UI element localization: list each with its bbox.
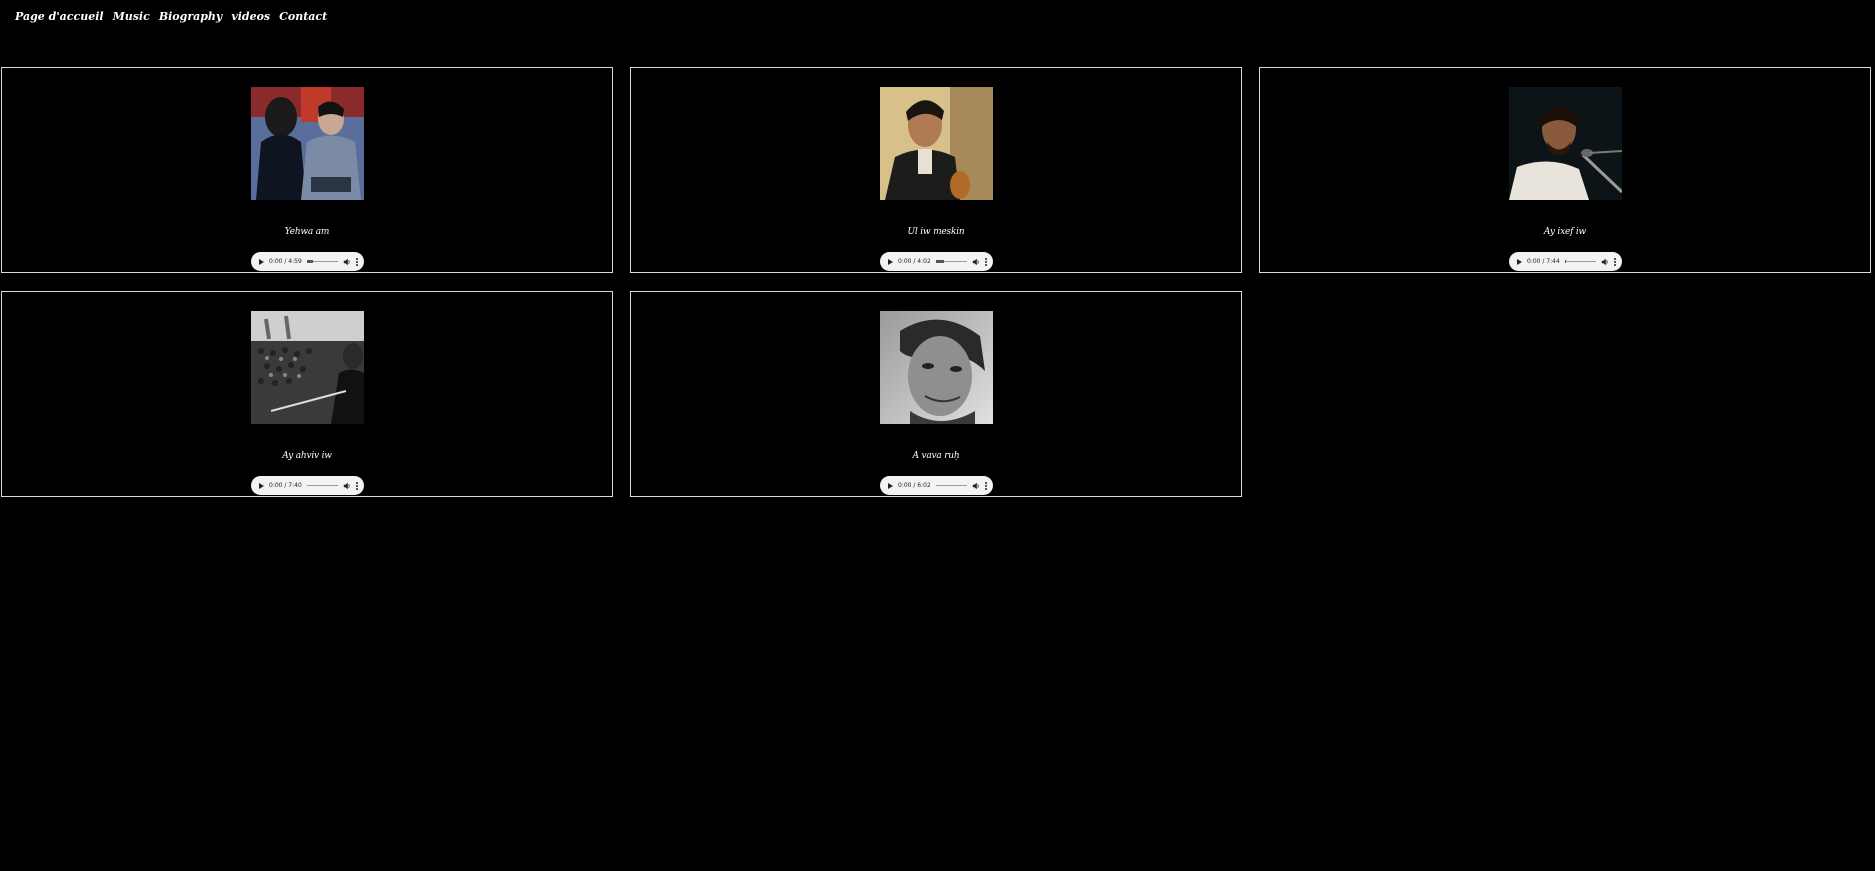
main-nav: Page d'accueil Music Biography videos Co…: [15, 10, 327, 23]
track-card: Ay ixef iw 0:00 / 7:44: [1259, 67, 1871, 273]
nav-biography-link[interactable]: Biography: [159, 10, 223, 23]
nav-contact-link[interactable]: Contact: [279, 10, 327, 23]
play-icon[interactable]: [888, 482, 893, 489]
play-icon[interactable]: [1517, 258, 1522, 265]
time-display: 0:00 / 7:44: [1527, 258, 1560, 265]
track-cover-image: [880, 87, 993, 200]
track-card: A vava ruḥ 0:00 / 6:02: [630, 291, 1242, 497]
nav-music-link[interactable]: Music: [113, 10, 150, 23]
track-title: Ay ixef iw: [1543, 227, 1587, 237]
track-cover-image: [880, 311, 993, 424]
more-options-icon[interactable]: [985, 257, 987, 266]
audio-player[interactable]: 0:00 / 7:40: [251, 476, 364, 495]
audio-player[interactable]: 0:00 / 4:02: [880, 252, 993, 271]
audio-player[interactable]: 0:00 / 4:59: [251, 252, 364, 271]
time-display: 0:00 / 4:59: [269, 258, 302, 265]
play-icon[interactable]: [888, 258, 893, 265]
nav-videos-link[interactable]: videos: [231, 10, 270, 23]
seek-bar[interactable]: [935, 485, 967, 486]
time-display: 0:00 / 7:40: [269, 482, 302, 489]
more-options-icon[interactable]: [1614, 257, 1616, 266]
nav-home-link[interactable]: Page d'accueil: [15, 10, 104, 23]
track-card: Ay ahviv iw 0:00 / 7:40: [1, 291, 613, 497]
volume-icon[interactable]: [972, 258, 980, 266]
seek-bar[interactable]: [1564, 260, 1596, 263]
volume-icon[interactable]: [1601, 258, 1609, 266]
track-card: Ul iw meskin 0:00 / 4:02: [630, 67, 1242, 273]
seek-bar[interactable]: [935, 260, 967, 263]
track-cover-image: [251, 311, 364, 424]
seek-bar[interactable]: [306, 260, 338, 263]
track-title: Yehwa am: [284, 227, 330, 237]
seek-progress: [1564, 260, 1567, 263]
time-display: 0:00 / 6:02: [898, 482, 931, 489]
audio-player[interactable]: 0:00 / 6:02: [880, 476, 993, 495]
track-title: Ay ahviv iw: [282, 451, 332, 461]
play-icon[interactable]: [259, 482, 264, 489]
volume-icon[interactable]: [343, 482, 351, 490]
more-options-icon[interactable]: [356, 257, 358, 266]
track-cover-image: [251, 87, 364, 200]
seek-progress: [935, 260, 944, 263]
more-options-icon[interactable]: [985, 481, 987, 490]
volume-icon[interactable]: [343, 258, 351, 266]
audio-player[interactable]: 0:00 / 7:44: [1509, 252, 1622, 271]
seek-bar[interactable]: [306, 485, 338, 486]
time-display: 0:00 / 4:02: [898, 258, 931, 265]
track-card: Yehwa am 0:00 / 4:59: [1, 67, 613, 273]
more-options-icon[interactable]: [356, 481, 358, 490]
volume-icon[interactable]: [972, 482, 980, 490]
track-title: Ul iw meskin: [907, 227, 965, 237]
seek-progress: [306, 260, 314, 263]
play-icon[interactable]: [259, 258, 264, 265]
track-cover-image: [1509, 87, 1622, 200]
track-title: A vava ruḥ: [912, 451, 960, 461]
